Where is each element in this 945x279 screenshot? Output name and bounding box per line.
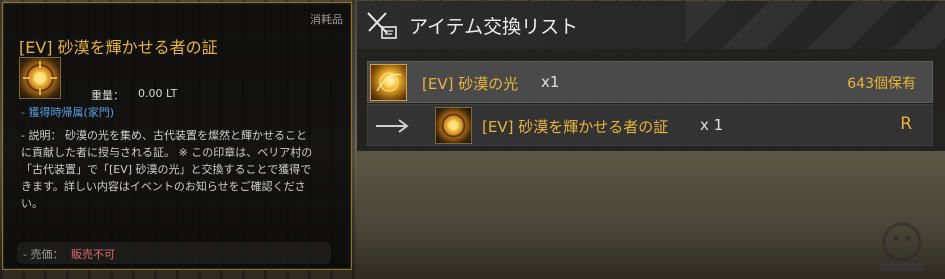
watermark-logo-icon [880,222,924,271]
item-title: [EV] 砂漠を輝かせる者の証 [19,38,218,57]
desert-light-icon [370,64,407,101]
header-decoration [685,1,945,49]
weight-label: 重量： [91,89,124,102]
sun-medallion-icon [435,107,472,144]
exchange-title: アイテム交換リスト [409,16,579,38]
sell-price-value: 販売不可 [71,248,115,261]
exchange-source-item[interactable]: [EV] 砂漠の光 x1 643個保有 [367,61,933,103]
item-category: 消耗品 [310,13,343,26]
sun-medallion-icon [19,57,61,99]
exchange-header: アイテム交換リスト [357,1,945,49]
sell-price-row: - 売価： 販売不可 [17,242,331,264]
owned-count: 643個保有 [847,76,916,92]
weight-value: 0.00 LT [138,87,178,100]
result-item-name: [EV] 砂漠を輝かせる者の証 [482,118,669,136]
result-item-qty: x 1 [700,116,724,134]
item-description: - 説明： 砂漠の光を集め、古代装置を燦然と輝かせること に貢献した者に授与され… [21,129,313,210]
source-item-qty: x1 [541,73,560,91]
swords-scroll-icon [367,12,397,39]
source-item-name: [EV] 砂漠の光 [422,75,519,93]
sell-price-label: - 売価： [23,248,64,261]
game-ground [356,150,945,279]
item-tooltip: 消耗品 [EV] 砂漠を輝かせる者の証 重量： 0.00 LT - 獲得時帰属(… [2,2,352,270]
exchange-result-item[interactable]: [EV] 砂漠を輝かせる者の証 x 1 R [367,104,933,146]
result-grade: R [900,114,912,134]
arrow-right-icon [376,119,409,133]
item-exchange-panel: アイテム交換リスト [EV] 砂漠の光 x1 643個保有 [EV] 砂漠を輝か… [357,1,945,151]
acquisition-binding: - 獲得時帰属(家門) [21,106,115,119]
